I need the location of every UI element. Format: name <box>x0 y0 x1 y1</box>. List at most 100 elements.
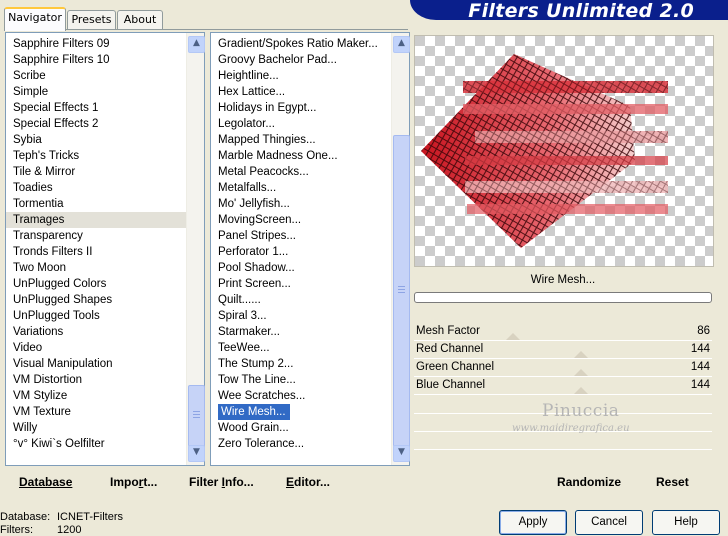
scroll-down-icon[interactable]: ▼ <box>188 445 205 462</box>
category-scrollbar[interactable]: ▲ ▼ <box>186 33 205 465</box>
filter-item[interactable]: Mo' Jellyfish... <box>211 196 391 212</box>
filter-item[interactable]: Quilt...... <box>211 292 391 308</box>
category-item[interactable]: Visual Manipulation <box>6 356 186 372</box>
filter-item[interactable]: Spiral 3... <box>211 308 391 324</box>
slider-knob[interactable] <box>574 369 588 376</box>
category-item[interactable]: °v° Kiwi`s Oelfilter <box>6 436 186 452</box>
category-item[interactable]: Sapphire Filters 10 <box>6 52 186 68</box>
param-value: 144 <box>690 379 710 391</box>
filter-item[interactable]: Holidays in Egypt... <box>211 100 391 116</box>
filter-item[interactable]: Marble Madness One... <box>211 148 391 164</box>
category-item[interactable]: Scribe <box>6 68 186 84</box>
status-filters-value: 1200 <box>57 524 82 536</box>
filter-item[interactable]: Legolator... <box>211 116 391 132</box>
filter-item[interactable]: Perforator 1... <box>211 244 391 260</box>
status-database-value: ICNET-Filters <box>57 511 123 523</box>
filter-scrollbar[interactable]: ▲ ▼ <box>391 33 410 465</box>
filter-item[interactable]: Wee Scratches... <box>211 388 391 404</box>
watermark-name: Pinuccia <box>542 401 620 421</box>
tab-presets[interactable]: Presets <box>67 10 116 29</box>
progress-bar <box>414 292 712 303</box>
category-item[interactable]: UnPlugged Tools <box>6 308 186 324</box>
app-title: Filters Unlimited 2.0 <box>468 0 694 22</box>
status-filters-label: Filters: <box>0 524 33 536</box>
param-name: Blue Channel <box>416 379 486 391</box>
filter-item[interactable]: Panel Stripes... <box>211 228 391 244</box>
category-item[interactable]: Toadies <box>6 180 186 196</box>
slider-knob[interactable] <box>506 333 520 340</box>
scroll-thumb[interactable] <box>188 385 205 447</box>
param-green-channel[interactable]: Green Channel 144 <box>414 359 712 377</box>
slider-knob[interactable] <box>574 387 588 394</box>
reset-button[interactable]: Reset <box>656 475 689 489</box>
filter-item[interactable]: The Stump 2... <box>211 356 391 372</box>
category-list[interactable]: Sapphire Filters 09 Sapphire Filters 10 Sc… <box>5 32 205 466</box>
filter-item[interactable]: Mapped Thingies... <box>211 132 391 148</box>
filter-item[interactable]: Hex Lattice... <box>211 84 391 100</box>
effect-preview <box>414 35 714 267</box>
param-red-channel[interactable]: Red Channel 144 <box>414 341 712 359</box>
filter-item[interactable]: Print Screen... <box>211 276 391 292</box>
watermark-url: www.maidiregrafica.eu <box>512 423 630 434</box>
filter-item[interactable]: Groovy Bachelor Pad... <box>211 52 391 68</box>
category-item[interactable]: Special Effects 2 <box>6 116 186 132</box>
apply-button[interactable]: Apply <box>499 510 567 535</box>
scroll-up-icon[interactable]: ▲ <box>188 36 205 53</box>
category-item[interactable]: Sapphire Filters 09 <box>6 36 186 52</box>
category-item[interactable]: Tormentia <box>6 196 186 212</box>
filter-item[interactable]: Starmaker... <box>211 324 391 340</box>
help-button[interactable]: Help <box>652 510 720 535</box>
import-button[interactable]: Import... <box>110 475 157 489</box>
cancel-button[interactable]: Cancel <box>575 510 643 535</box>
param-value: 144 <box>690 361 710 373</box>
category-item[interactable]: Willy <box>6 420 186 436</box>
category-item[interactable]: Tramages <box>6 212 186 228</box>
category-item[interactable]: Tronds Filters II <box>6 244 186 260</box>
scroll-down-icon[interactable]: ▼ <box>393 445 410 462</box>
category-item[interactable]: Variations <box>6 324 186 340</box>
category-items: Sapphire Filters 09 Sapphire Filters 10 Sc… <box>6 36 186 452</box>
category-item[interactable]: Video <box>6 340 186 356</box>
category-item[interactable]: UnPlugged Colors <box>6 276 186 292</box>
slider-knob[interactable] <box>574 351 588 358</box>
category-item[interactable]: Teph's Tricks <box>6 148 186 164</box>
category-item[interactable]: Sybia <box>6 132 186 148</box>
param-name: Mesh Factor <box>416 325 480 337</box>
filter-item[interactable]: Zero Tolerance... <box>211 436 391 452</box>
filter-item[interactable]: Metal Peacocks... <box>211 164 391 180</box>
param-name: Green Channel <box>416 361 494 373</box>
category-item[interactable]: Special Effects 1 <box>6 100 186 116</box>
filter-info-button[interactable]: Filter Info... <box>189 475 254 489</box>
filter-item[interactable]: Wood Grain... <box>211 420 391 436</box>
category-item[interactable]: UnPlugged Shapes <box>6 292 186 308</box>
editor-button[interactable]: Editor... <box>286 475 330 489</box>
selected-item-label: Wire Mesh... <box>218 404 290 420</box>
filter-list[interactable]: Gradient/Spokes Ratio Maker... Groovy Bac… <box>210 32 410 466</box>
tab-navigator[interactable]: Navigator <box>4 7 66 31</box>
category-item[interactable]: Transparency <box>6 228 186 244</box>
param-blue-channel[interactable]: Blue Channel 144 <box>414 377 712 395</box>
filter-item[interactable]: Pool Shadow... <box>211 260 391 276</box>
filter-item[interactable]: TeeWee... <box>211 340 391 356</box>
param-value: 86 <box>697 325 710 337</box>
randomize-button[interactable]: Randomize <box>557 475 621 489</box>
filter-item[interactable]: Wire Mesh... <box>211 404 391 420</box>
filter-item[interactable]: Heightline... <box>211 68 391 84</box>
scroll-up-icon[interactable]: ▲ <box>393 36 410 53</box>
database-button[interactable]: Database <box>19 475 72 489</box>
param-mesh-factor[interactable]: Mesh Factor 86 <box>414 323 712 341</box>
tab-about[interactable]: About <box>117 10 163 29</box>
category-item[interactable]: VM Stylize <box>6 388 186 404</box>
filter-item[interactable]: Tow The Line... <box>211 372 391 388</box>
param-value: 144 <box>690 343 710 355</box>
filter-item[interactable]: Gradient/Spokes Ratio Maker... <box>211 36 391 52</box>
category-item[interactable]: VM Texture <box>6 404 186 420</box>
category-item[interactable]: Simple <box>6 84 186 100</box>
filter-item[interactable]: Metalfalls... <box>211 180 391 196</box>
category-item[interactable]: VM Distortion <box>6 372 186 388</box>
filter-item[interactable]: MovingScreen... <box>211 212 391 228</box>
parameter-panel: Mesh Factor 86 Red Channel 144 Green Cha… <box>414 323 712 466</box>
scroll-thumb[interactable] <box>393 135 410 447</box>
category-item[interactable]: Tile & Mirror <box>6 164 186 180</box>
category-item[interactable]: Two Moon <box>6 260 186 276</box>
